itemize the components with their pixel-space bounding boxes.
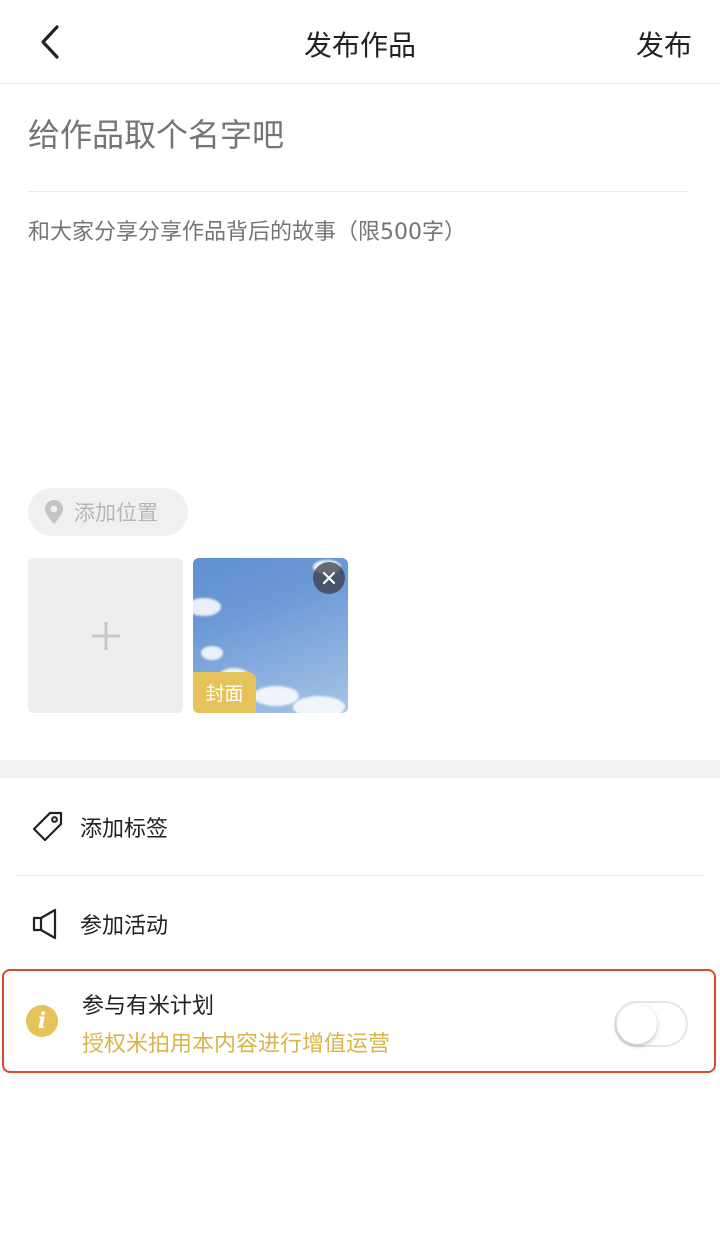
- add-location-label: 添加位置: [74, 501, 158, 525]
- location-pin-icon: [45, 500, 63, 524]
- nav-bar: 发布作品 发布: [0, 0, 720, 84]
- add-tags-label: 添加标签: [80, 817, 169, 842]
- info-icon: i: [26, 1005, 58, 1037]
- cover-badge: 封面: [193, 672, 256, 713]
- remove-photo-button[interactable]: [313, 562, 345, 594]
- add-media-button[interactable]: [28, 558, 183, 713]
- story-textarea[interactable]: [28, 214, 688, 454]
- toggle-knob: [617, 1004, 657, 1044]
- cloud-shape: [253, 686, 299, 706]
- megaphone-icon: [30, 907, 64, 941]
- close-icon: [322, 571, 336, 585]
- tag-icon: [30, 810, 64, 844]
- plan-subtitle: 授权米拍用本内容进行增值运营: [82, 1032, 391, 1057]
- cloud-shape: [293, 696, 345, 713]
- page-title: 发布作品: [303, 29, 416, 62]
- plan-toggle[interactable]: [614, 1001, 688, 1047]
- cloud-shape: [193, 598, 221, 616]
- section-separator: [0, 760, 720, 778]
- join-activity-label: 参加活动: [80, 914, 169, 939]
- work-title-input[interactable]: [28, 104, 688, 166]
- plus-icon: [91, 621, 120, 650]
- title-divider: [28, 191, 688, 192]
- add-location-button[interactable]: 添加位置: [28, 488, 188, 536]
- publish-button[interactable]: 发布: [636, 24, 692, 64]
- add-tags-row[interactable]: 添加标签: [0, 779, 720, 875]
- plan-title: 参与有米计划: [82, 994, 215, 1019]
- join-activity-row[interactable]: 参加活动: [0, 876, 720, 972]
- cloud-shape: [201, 646, 223, 660]
